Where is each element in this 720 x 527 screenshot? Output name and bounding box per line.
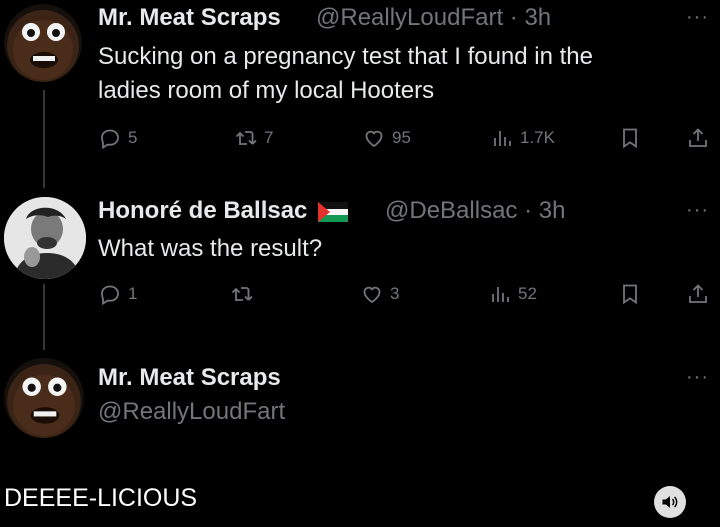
share-button[interactable] [686,282,710,306]
reply-button[interactable]: 1 [98,282,137,306]
speaker-icon [662,496,678,508]
reply-button[interactable]: 5 [98,126,137,150]
reply-count: 1 [128,284,138,303]
repost-button[interactable] [230,282,254,306]
view-count: 1.7K [520,128,555,147]
views-icon [492,287,509,302]
author-handle-time[interactable]: @ReallyLoudFart · 3h [316,4,551,32]
views-icon [494,131,511,146]
bookmark-button[interactable] [618,126,642,150]
avatar-image [4,197,86,279]
like-button[interactable]: 3 [360,282,399,306]
avatar-image [7,364,81,438]
heart-icon [365,130,383,148]
more-options-icon[interactable]: ··· [686,6,709,29]
bookmark-button[interactable] [618,282,642,306]
thread-line [43,284,45,350]
tweet-text: Sucking on a pregnancy test that I found… [98,40,593,108]
flag-icon [318,201,349,222]
views-button[interactable]: 52 [488,282,537,306]
reply-icon [101,285,119,306]
views-button[interactable]: 1.7K [490,126,555,150]
share-icon [689,128,707,147]
avatar[interactable] [4,358,84,438]
like-count: 95 [392,128,411,147]
author-name-text: Honoré de Ballsac [98,197,308,224]
thread-line [43,90,45,188]
reply-icon [101,129,119,150]
share-button[interactable] [686,126,710,150]
repost-count: 7 [264,128,274,147]
author-handle[interactable]: @ReallyLoudFart [98,398,285,426]
more-options-icon[interactable]: ··· [686,199,709,222]
author-name[interactable]: Honoré de Ballsac [98,197,352,225]
bookmark-icon [623,128,637,149]
reply-count: 5 [128,128,138,147]
heart-icon [363,286,381,304]
more-options-icon[interactable]: ··· [686,366,709,389]
avatar[interactable] [4,197,86,279]
like-button[interactable]: 95 [362,126,411,150]
author-handle-time[interactable]: @DeBallsac · 3h [385,197,565,225]
tweet-text-line: Sucking on a pregnancy test that I found… [98,43,593,70]
sound-toggle-button[interactable] [654,486,686,518]
bookmark-icon [623,284,637,305]
tweet-text-line: ladies room of my local Hooters [98,77,435,104]
tweet-text: What was the result? [98,235,323,262]
view-count: 52 [518,284,537,303]
author-name[interactable]: Mr. Meat Scraps [98,364,281,392]
repost-icon [231,287,253,301]
avatar-image [7,10,79,82]
repost-button[interactable]: 7 [234,126,273,150]
author-name[interactable]: Mr. Meat Scraps [98,4,281,32]
share-icon [689,284,707,303]
repost-icon [235,131,257,145]
video-caption: DEEEE-LICIOUS [4,484,198,512]
like-count: 3 [390,284,400,303]
avatar[interactable] [4,4,82,82]
